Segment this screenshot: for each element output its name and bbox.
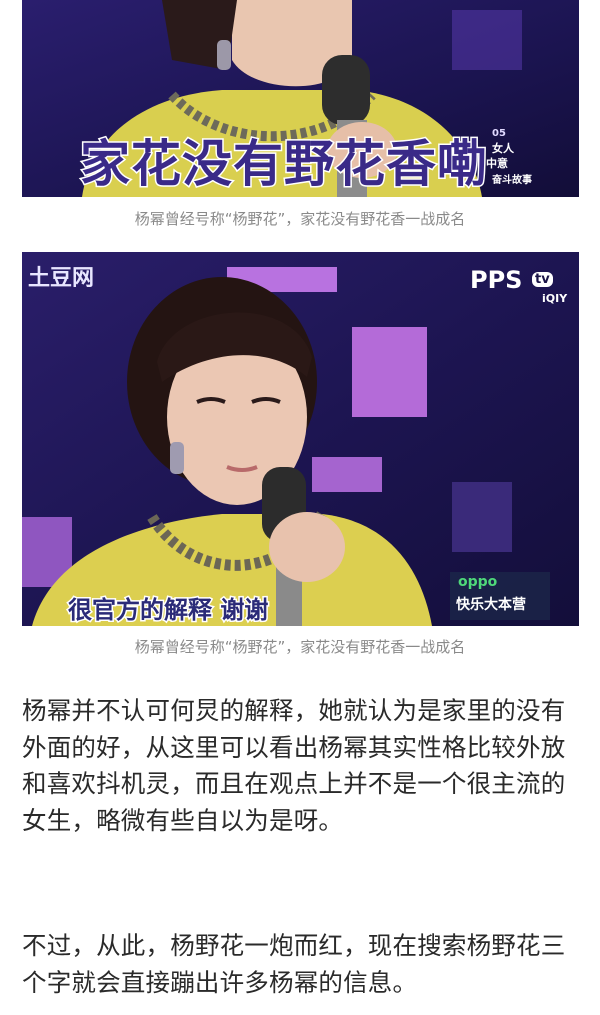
tudou-watermark: 土豆网 (28, 266, 95, 291)
show-tag-2: 女人 (492, 142, 514, 155)
article-paragraph-1: 杨幂并不认可何炅的解释，她就认为是家里的没有外面的好，从这里可以看出杨幂其实性格… (22, 696, 566, 835)
image-caption-2: 杨幂曾经号称“杨野花”，家花没有野花香一战成名 (134, 638, 466, 656)
show-logo: 快乐大本营 (456, 597, 526, 613)
pps-tv-watermark: tv (532, 272, 553, 287)
video-subtitle-1: 家花没有野花香嘞 (79, 134, 489, 195)
sponsor-logo: oppo (458, 574, 498, 590)
pps-watermark: PPS (470, 266, 523, 294)
video-still-graphic-2 (22, 252, 579, 626)
show-tag-4: 奋斗故事 (492, 175, 532, 186)
video-still-image-1: 家花没有野花香嘞 05 女人 中意 奋斗故事 (22, 0, 579, 197)
video-still-image-2: 土豆网 PPS tv iQIY 很官方的解释 谢谢 oppo 快乐大本营 (22, 252, 579, 626)
video-subtitle-2: 很官方的解释 谢谢 (66, 595, 269, 626)
iqiyi-watermark: iQIY (542, 292, 568, 305)
show-tag-1: 05 (492, 128, 506, 139)
image-caption-1: 杨幂曾经号称“杨野花”，家花没有野花香一战成名 (134, 210, 466, 228)
show-tag-3: 中意 (486, 157, 508, 170)
article-paragraph-2: 不过，从此，杨野花一炮而红，现在搜索杨野花三个字就会直接蹦出许多杨幂的信息。 (22, 931, 566, 997)
